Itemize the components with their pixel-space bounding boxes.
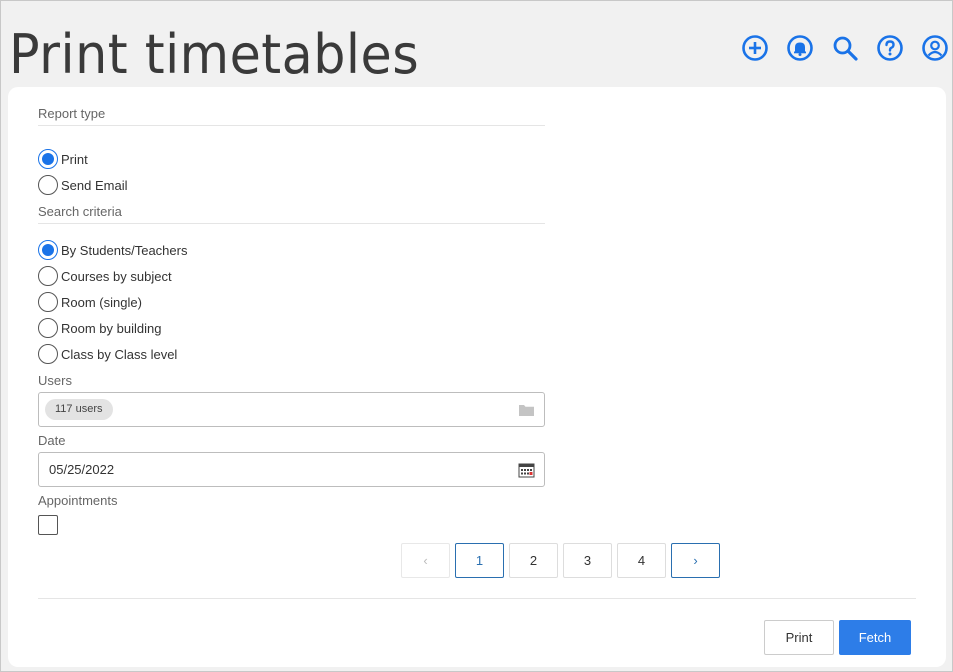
search-icon[interactable] — [830, 33, 860, 63]
users-field[interactable]: 117 users — [38, 392, 545, 427]
add-circle-icon[interactable] — [740, 33, 770, 63]
account-icon[interactable] — [920, 33, 950, 63]
header-toolbar — [740, 33, 950, 63]
radio-label: Class by Class level — [61, 346, 178, 362]
date-value: 05/25/2022 — [49, 462, 115, 477]
users-chip[interactable]: 117 users — [45, 399, 113, 420]
radio-label: Send Email — [61, 177, 128, 193]
radio-by-students-teachers[interactable]: By Students/Teachers — [38, 240, 187, 260]
pagination-prev-button[interactable]: ‹ — [401, 543, 450, 578]
radio-button[interactable] — [38, 175, 58, 195]
radio-button[interactable] — [38, 266, 58, 286]
pagination-page-2[interactable]: 2 — [509, 543, 558, 578]
users-label: Users — [38, 373, 72, 388]
date-field[interactable]: 05/25/2022 — [38, 452, 545, 487]
radio-print[interactable]: Print — [38, 149, 88, 169]
radio-room-by-building[interactable]: Room by building — [38, 318, 161, 338]
radio-room-single[interactable]: Room (single) — [38, 292, 142, 312]
search-criteria-label: Search criteria — [38, 204, 122, 219]
fetch-button[interactable]: Fetch — [839, 620, 911, 655]
divider — [38, 223, 545, 224]
radio-label: Room by building — [61, 320, 162, 336]
radio-button[interactable] — [38, 149, 58, 169]
radio-button[interactable] — [38, 292, 58, 312]
radio-send-email[interactable]: Send Email — [38, 175, 127, 195]
pagination-page-4[interactable]: 4 — [617, 543, 666, 578]
report-type-label: Report type — [38, 106, 106, 121]
radio-button[interactable] — [38, 318, 58, 338]
pagination-page-1[interactable]: 1 — [455, 543, 504, 578]
pagination-page-3[interactable]: 3 — [563, 543, 612, 578]
report-form-card: Report type Print Send Email Search crit… — [8, 87, 946, 667]
radio-label: Courses by subject — [61, 268, 172, 284]
radio-class-by-class-level[interactable]: Class by Class level — [38, 344, 177, 364]
radio-button[interactable] — [38, 344, 58, 364]
folder-icon[interactable] — [518, 402, 535, 418]
radio-label: Print — [61, 151, 88, 167]
divider — [38, 125, 545, 126]
appointments-checkbox[interactable] — [38, 515, 58, 535]
date-label: Date — [38, 433, 66, 448]
bell-icon[interactable] — [785, 33, 815, 63]
pagination-next-button[interactable]: › — [671, 543, 720, 578]
radio-label: Room (single) — [61, 294, 142, 310]
divider — [38, 598, 916, 599]
print-button[interactable]: Print — [764, 620, 834, 655]
appointments-label: Appointments — [38, 493, 118, 508]
radio-courses-by-subject[interactable]: Courses by subject — [38, 266, 172, 286]
radio-label: By Students/Teachers — [61, 242, 188, 258]
pagination: ‹ 1 2 3 4 › — [401, 543, 720, 578]
radio-button[interactable] — [38, 240, 58, 260]
calendar-icon[interactable] — [518, 462, 535, 478]
help-icon[interactable] — [875, 33, 905, 63]
page-title: Print timetables — [9, 23, 420, 86]
